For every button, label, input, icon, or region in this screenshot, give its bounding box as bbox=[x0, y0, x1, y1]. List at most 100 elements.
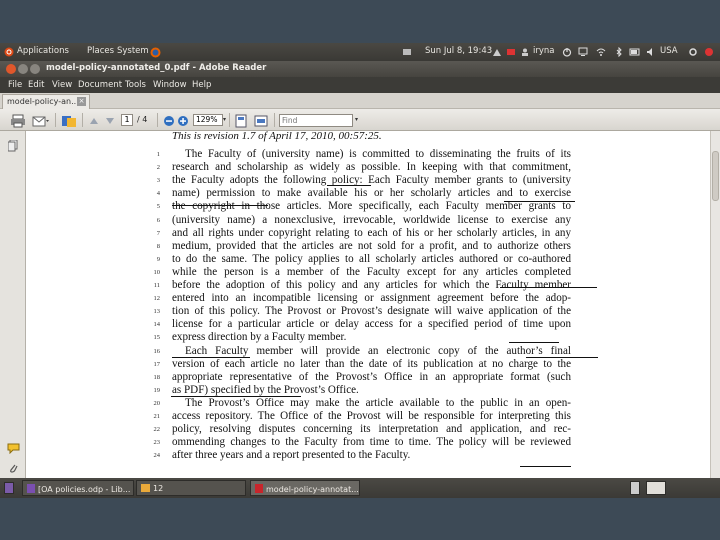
find-input[interactable] bbox=[279, 114, 353, 127]
taskbar-impress[interactable]: [OA policies.odp - Lib... bbox=[22, 480, 134, 496]
line-number: 16 bbox=[153, 347, 161, 355]
volume-icon[interactable] bbox=[646, 47, 656, 57]
line-number: 14 bbox=[153, 321, 161, 329]
settings-icon[interactable] bbox=[688, 47, 698, 57]
wifi-icon[interactable] bbox=[596, 47, 606, 57]
line-number: 17 bbox=[153, 360, 161, 368]
menu-window[interactable]: Window bbox=[153, 80, 187, 90]
annotation-underline bbox=[171, 396, 301, 397]
line-number: 19 bbox=[153, 386, 161, 394]
document-view[interactable]: This is revision 1.7 of April 17, 2010, … bbox=[26, 131, 710, 478]
annotation-underline bbox=[172, 205, 268, 206]
annotation-underline bbox=[327, 185, 371, 186]
applications-menu[interactable]: Applications bbox=[17, 46, 69, 56]
scrollbar-thumb[interactable] bbox=[712, 151, 719, 201]
text-line: medium, provided that the articles are n… bbox=[172, 239, 571, 252]
annotation-underline bbox=[509, 342, 559, 343]
battery-icon[interactable] bbox=[629, 47, 640, 57]
places-menu[interactable]: Places bbox=[87, 46, 114, 56]
revision-note: This is revision 1.7 of April 17, 2010, … bbox=[172, 131, 382, 142]
text-line: appropriate representative of the Provos… bbox=[172, 370, 571, 383]
page-number-input[interactable]: 1 bbox=[121, 114, 133, 126]
maximize-window-icon[interactable] bbox=[30, 64, 40, 74]
line-number: 10 bbox=[153, 268, 161, 276]
attachments-panel-icon[interactable] bbox=[8, 459, 18, 478]
toolbar-separator bbox=[55, 113, 56, 127]
line-number: 21 bbox=[153, 413, 161, 420]
menu-help[interactable]: Help bbox=[192, 80, 211, 90]
window-titlebar[interactable]: model-policy-annotated_0.pdf - Adobe Rea… bbox=[0, 61, 720, 77]
zoom-level-select[interactable]: 129% bbox=[193, 114, 223, 126]
line-number: 20 bbox=[153, 399, 161, 407]
menu-edit[interactable]: Edit bbox=[28, 80, 44, 90]
bottom-taskbar: [OA policies.odp - Lib... 12 model-polic… bbox=[0, 478, 720, 498]
next-page-icon[interactable] bbox=[104, 113, 116, 127]
keyboard-layout[interactable]: USA bbox=[660, 46, 678, 56]
annotation-underline bbox=[504, 201, 575, 202]
line-number: 13 bbox=[153, 308, 161, 316]
bluetooth-icon[interactable] bbox=[614, 46, 624, 58]
toolbar-separator bbox=[82, 113, 83, 127]
print-icon[interactable] bbox=[10, 113, 26, 128]
text-line: policy, resolving disputes concerning it… bbox=[172, 423, 571, 436]
chat-icon[interactable] bbox=[402, 47, 412, 57]
impress-icon bbox=[27, 484, 35, 493]
text-line: the copyright in those articles. More sp… bbox=[172, 200, 571, 213]
text-line: before the adoption of this policy and a… bbox=[172, 279, 571, 291]
ubuntu-logo-icon[interactable] bbox=[4, 47, 14, 57]
text-line: access repository. The Office of the Pro… bbox=[172, 410, 571, 422]
fit-page-icon[interactable] bbox=[234, 113, 248, 128]
text-line: license for a particular article or dela… bbox=[172, 318, 571, 331]
find-dropdown-icon[interactable]: ▾ bbox=[355, 116, 358, 130]
taskbar-folder[interactable]: 12 bbox=[136, 480, 246, 496]
close-window-icon[interactable] bbox=[6, 64, 16, 74]
monitor-icon[interactable] bbox=[578, 47, 588, 57]
line-number: 6 bbox=[156, 216, 160, 224]
line-number: 15 bbox=[153, 334, 161, 342]
menu-view[interactable]: View bbox=[52, 80, 72, 90]
text-line: to do the same. The policy applies to al… bbox=[172, 252, 571, 265]
page-total: / 4 bbox=[137, 115, 148, 124]
user-icon[interactable] bbox=[520, 47, 530, 57]
text-line: Each Faculty member will provide an elec… bbox=[185, 344, 571, 357]
menu-tools[interactable]: Tools bbox=[125, 80, 146, 90]
comments-panel-icon[interactable] bbox=[7, 439, 20, 458]
text-line: while the person is a member of the Facu… bbox=[172, 265, 571, 278]
collaborate-icon[interactable] bbox=[60, 113, 78, 127]
system-menu[interactable]: System bbox=[117, 46, 149, 56]
shutdown-icon[interactable] bbox=[704, 47, 714, 57]
workspace-switcher[interactable] bbox=[646, 481, 666, 495]
text-line: name) permission to make available his o… bbox=[172, 187, 571, 200]
vertical-scrollbar[interactable] bbox=[710, 131, 720, 478]
text-line: after three years and a report presented… bbox=[172, 449, 411, 462]
text-line: The Provost’s Office may make the articl… bbox=[185, 396, 571, 409]
zoom-in-icon[interactable] bbox=[177, 113, 189, 127]
network-icon[interactable] bbox=[492, 47, 502, 57]
window-title: model-policy-annotated_0.pdf - Adobe Rea… bbox=[46, 63, 267, 73]
menubar: File Edit View Document Tools Window Hel… bbox=[0, 77, 720, 93]
annotation-underline bbox=[172, 357, 250, 358]
mail-icon[interactable] bbox=[506, 47, 516, 57]
clock[interactable]: Sun Jul 8, 19:43 bbox=[425, 46, 492, 56]
document-tabbar: model-policy-an... × bbox=[0, 93, 720, 109]
taskbar-adobe-reader[interactable]: model-policy-annotat... bbox=[250, 480, 360, 496]
power-icon[interactable] bbox=[562, 47, 572, 57]
document-tab[interactable]: model-policy-an... × bbox=[2, 94, 90, 109]
line-number: 22 bbox=[153, 426, 161, 434]
minimize-window-icon[interactable] bbox=[18, 64, 28, 74]
menu-document[interactable]: Document bbox=[78, 80, 122, 90]
line-number: 23 bbox=[153, 439, 161, 447]
desktop-screen: Applications Places System Sun Jul 8, 19… bbox=[0, 43, 720, 498]
menu-file[interactable]: File bbox=[8, 80, 22, 90]
username[interactable]: iryna bbox=[533, 46, 554, 56]
firefox-icon[interactable] bbox=[150, 47, 161, 58]
navigation-pane bbox=[0, 131, 26, 478]
pages-panel-icon[interactable] bbox=[7, 137, 18, 156]
close-tab-icon[interactable]: × bbox=[77, 97, 86, 106]
fit-width-icon[interactable] bbox=[254, 113, 268, 127]
previous-page-icon[interactable] bbox=[88, 113, 100, 127]
trash-icon[interactable] bbox=[630, 481, 640, 495]
email-icon[interactable] bbox=[32, 113, 50, 127]
show-desktop-icon[interactable] bbox=[4, 482, 14, 494]
zoom-out-icon[interactable] bbox=[163, 113, 175, 127]
